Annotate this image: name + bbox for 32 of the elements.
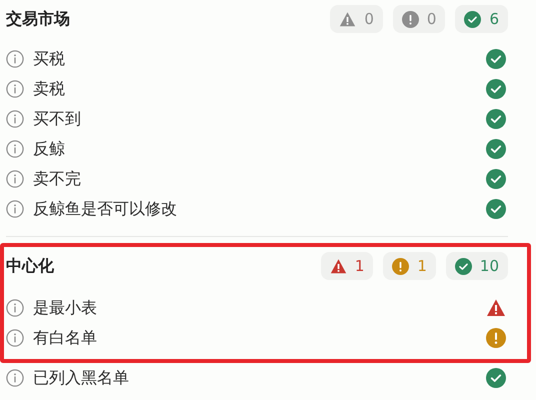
check-circle-icon [464,10,482,28]
count-badge: 0 [330,5,383,33]
check-label: 有白名单 [33,327,98,349]
info-icon[interactable] [6,200,24,218]
check-label: 反鲸鱼是否可以修改 [33,198,178,220]
info-icon[interactable] [6,369,24,387]
section-title: 交易市场 [6,8,70,30]
check-label: 卖不完 [33,168,82,190]
count-badge: 1 [320,252,374,280]
check-label: 买税 [33,48,66,70]
count-badge: 6 [455,5,508,33]
check-label: 是最小表 [33,297,98,319]
info-icon[interactable] [6,299,24,317]
exclamation-circle-icon [402,10,419,28]
warning-triangle-icon [339,10,356,28]
count-badge: 0 [392,5,446,33]
check-label: 买不到 [33,108,82,130]
exclamation-circle-icon [392,258,410,274]
info-icon[interactable] [6,140,24,158]
check-label: 反鲸 [33,138,66,160]
info-icon[interactable] [6,110,24,128]
check-circle-icon [454,258,472,274]
info-icon[interactable] [6,329,24,347]
warning-triangle-icon [330,258,347,274]
info-icon[interactable] [6,80,24,98]
info-icon[interactable] [6,50,24,68]
info-icon[interactable] [6,170,24,188]
section-title: 中心化 [6,255,54,277]
check-label: 已列入黑名单 [33,367,130,389]
count-badge: 10 [446,252,508,280]
check-label: 卖税 [33,78,66,100]
count-badge: 1 [383,252,436,280]
